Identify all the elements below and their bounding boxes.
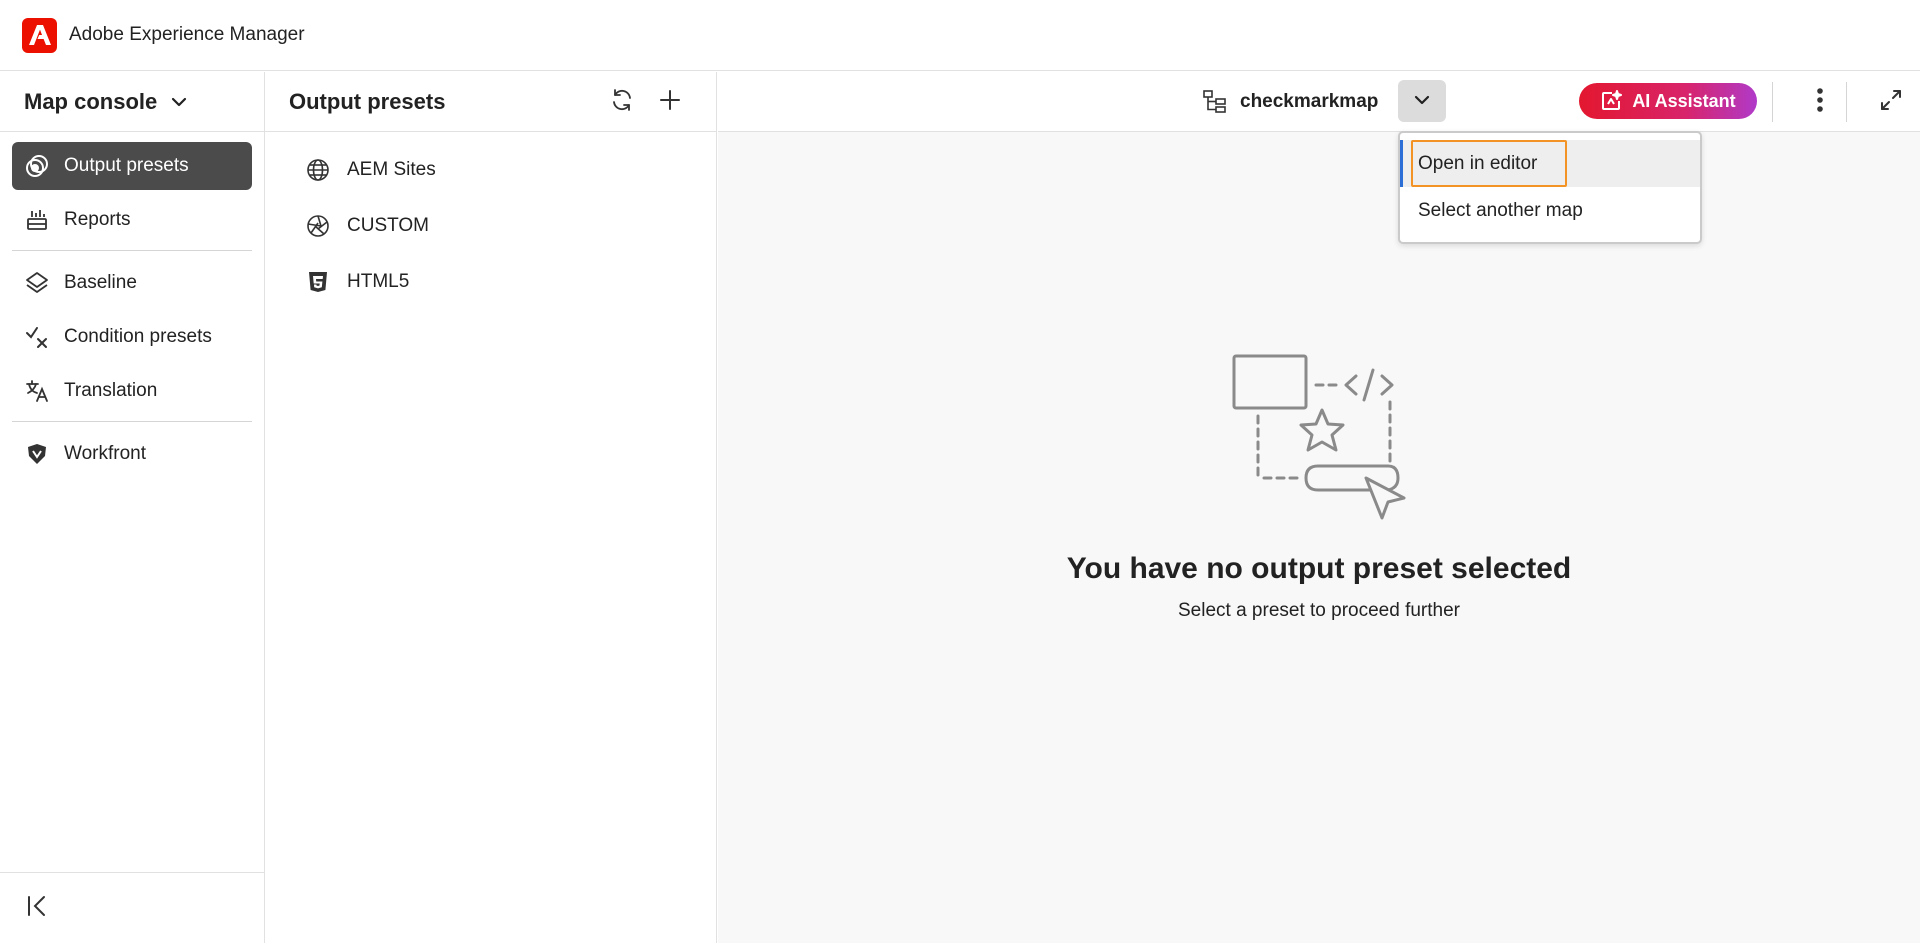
preset-label: CUSTOM — [347, 215, 429, 236]
nav-item-reports[interactable]: Reports — [12, 196, 252, 244]
nav-item-label: Translation — [64, 380, 158, 401]
adobe-logo-icon[interactable] — [22, 17, 57, 53]
nav-item-workfront[interactable]: Workfront — [12, 430, 252, 478]
toolbar-divider — [1772, 82, 1773, 122]
baseline-icon — [24, 270, 50, 296]
presets-header: Output presets — [265, 72, 716, 132]
menu-item-open-in-editor[interactable]: Open in editor — [1400, 140, 1700, 187]
expand-icon — [1879, 88, 1903, 117]
fullscreen-button[interactable] — [1876, 87, 1906, 117]
refresh-icon — [610, 88, 634, 117]
output-presets-panel: Output presets AEM Sites CUSTOM HTML5 — [265, 72, 717, 943]
nav-item-label: Reports — [64, 209, 131, 230]
preset-item-custom[interactable]: CUSTOM — [265, 198, 716, 254]
ai-assistant-button[interactable]: AI Assistant — [1579, 83, 1757, 119]
ai-assistant-label: AI Assistant — [1632, 90, 1736, 111]
presets-title: Output presets — [289, 88, 446, 114]
add-preset-button[interactable] — [655, 87, 685, 117]
menu-item-select-another-map[interactable]: Select another map — [1400, 187, 1700, 234]
nav-item-condition-presets[interactable]: Condition presets — [12, 313, 252, 361]
nav-divider — [12, 250, 252, 251]
condition-presets-icon — [24, 324, 50, 350]
left-navigation: Map console Output presets Reports Basel… — [0, 72, 265, 943]
menu-item-label: Select another map — [1418, 199, 1583, 221]
output-presets-icon — [24, 153, 50, 179]
nav-item-baseline[interactable]: Baseline — [12, 259, 252, 307]
map-tree-icon — [1202, 89, 1228, 115]
preset-list: AEM Sites CUSTOM HTML5 — [265, 132, 716, 310]
translation-icon — [24, 378, 50, 404]
nav-item-label: Baseline — [64, 272, 137, 293]
focus-ring — [1411, 140, 1567, 187]
more-options-button[interactable] — [1805, 87, 1835, 117]
map-name-text: checkmarkmap — [1240, 91, 1379, 112]
collapse-panel-icon — [26, 895, 48, 922]
chevron-down-icon — [171, 97, 187, 107]
console-title: Map console — [24, 88, 158, 114]
map-actions-menu: Open in editor Select another map — [1398, 131, 1702, 244]
ai-sparkle-icon — [1600, 90, 1623, 112]
refresh-button[interactable] — [607, 87, 637, 117]
workfront-icon — [24, 441, 50, 467]
empty-state-title: You have no output preset selected — [1066, 552, 1572, 585]
preset-item-aem-sites[interactable]: AEM Sites — [265, 142, 716, 198]
map-menu-button[interactable] — [1398, 80, 1446, 122]
empty-state-illustration — [1230, 352, 1406, 532]
preset-label: HTML5 — [347, 271, 410, 292]
nav-item-label: Output presets — [64, 155, 189, 176]
preset-label: AEM Sites — [347, 159, 436, 180]
nav-divider — [12, 421, 252, 422]
main-toolbar: checkmarkmap AI Assistant — [718, 72, 1920, 132]
app-title: Adobe Experience Manager — [69, 24, 305, 45]
map-name: checkmarkmap — [1202, 87, 1378, 117]
app-header: Adobe Experience Manager — [0, 0, 1920, 71]
add-icon — [659, 89, 681, 116]
console-switcher[interactable]: Map console — [0, 72, 264, 132]
nav-item-translation[interactable]: Translation — [12, 367, 252, 415]
preset-item-html5[interactable]: HTML5 — [265, 254, 716, 310]
more-vertical-icon — [1816, 87, 1824, 118]
nav-item-output-presets[interactable]: Output presets — [12, 142, 252, 190]
aperture-icon — [305, 213, 331, 239]
globe-icon — [305, 157, 331, 183]
html5-icon — [305, 269, 331, 295]
chevron-down-icon — [1414, 92, 1430, 110]
collapse-nav-button[interactable] — [0, 872, 264, 943]
nav-item-label: Workfront — [64, 443, 147, 464]
nav-item-label: Condition presets — [64, 326, 212, 347]
toolbar-divider — [1846, 82, 1847, 122]
empty-state-subtitle: Select a preset to proceed further — [1178, 600, 1460, 621]
reports-icon — [24, 207, 50, 233]
